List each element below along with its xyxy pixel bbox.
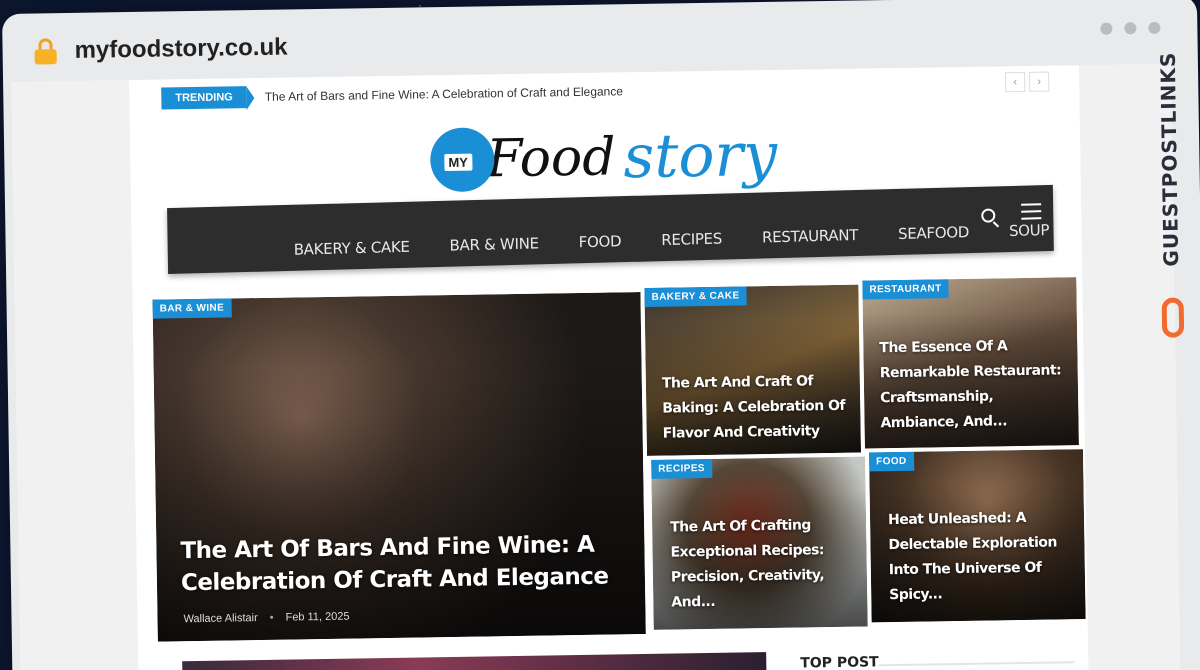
logo-emblem-icon: MY: [429, 127, 495, 193]
main-navigation: BAKERY & CAKE BAR & WINE FOOD RECIPES RE…: [167, 184, 1054, 275]
trending-next-button[interactable]: ›: [1029, 71, 1050, 92]
logo-word-food: Food: [485, 127, 616, 190]
trending-prev-button[interactable]: ‹: [1005, 71, 1026, 93]
nav-item-bakery-cake[interactable]: BAKERY & CAKE: [294, 238, 410, 259]
post-author[interactable]: Wallace Alistair: [183, 612, 257, 625]
tile-title[interactable]: The Art Of Crafting Exceptional Recipes:…: [670, 513, 858, 616]
category-badge[interactable]: BAR & WINE: [152, 298, 232, 319]
top-post-heading: TOP POST: [800, 654, 879, 670]
category-badge[interactable]: FOOD: [868, 451, 914, 472]
featured-main-title[interactable]: The Art Of Bars And Fine Wine: A Celebra…: [180, 528, 621, 599]
trending-headline-link[interactable]: The Art of Bars and Fine Wine: A Celebra…: [265, 84, 623, 104]
browser-window: myfoodstory.co.uk TRENDING The Art of Ba…: [2, 0, 1200, 670]
tile-title[interactable]: The Essence Of A Remarkable Restaurant: …: [879, 333, 1071, 436]
nav-item-food[interactable]: FOOD: [579, 232, 622, 251]
featured-tile-card[interactable]: RESTAURANT The Essence Of A Remarkable R…: [862, 277, 1079, 449]
guestpostlinks-watermark: GUESTPOSTLINKS: [1152, 51, 1197, 352]
category-badge[interactable]: RECIPES: [651, 458, 713, 479]
window-dot-icon[interactable]: [1148, 21, 1161, 34]
logo-word-story: story: [622, 119, 778, 193]
heading-divider: [878, 661, 1075, 667]
post-date: Feb 11, 2025: [285, 610, 350, 624]
nav-item-recipes[interactable]: RECIPES: [661, 230, 722, 250]
tile-title[interactable]: The Art And Craft Of Baking: A Celebrati…: [662, 369, 853, 447]
page-viewport: TRENDING The Art of Bars and Fine Wine: …: [11, 63, 1181, 670]
watermark-text: GUESTPOSTLINKS: [1155, 51, 1184, 267]
logo-badge-text: MY: [444, 153, 473, 172]
latest-post-image[interactable]: [182, 652, 767, 670]
nav-item-bar-wine[interactable]: BAR & WINE: [449, 234, 538, 254]
site-logo[interactable]: MY Food story: [429, 110, 791, 206]
featured-tile-card[interactable]: RECIPES The Art Of Crafting Exceptional …: [651, 456, 868, 630]
hamburger-icon[interactable]: [1021, 203, 1042, 225]
trending-badge: TRENDING: [161, 86, 247, 110]
search-icon[interactable]: [981, 208, 996, 223]
lock-icon: [34, 38, 57, 65]
featured-tile-card[interactable]: FOOD Heat Unleashed: A Delectable Explor…: [868, 449, 1086, 623]
category-badge[interactable]: RESTAURANT: [862, 279, 949, 300]
nav-item-restaurant[interactable]: RESTAURANT: [762, 226, 858, 247]
trending-nav: ‹ ›: [1005, 71, 1050, 93]
url-text[interactable]: myfoodstory.co.uk: [74, 34, 287, 65]
featured-tile-card[interactable]: BAKERY & CAKE The Art And Craft Of Bakin…: [644, 284, 861, 456]
window-dot-icon[interactable]: [1100, 22, 1113, 35]
chain-link-icon: [1161, 297, 1185, 338]
window-dot-icon[interactable]: [1124, 22, 1137, 35]
tile-title[interactable]: Heat Unleashed: A Delectable Exploration…: [888, 505, 1076, 608]
nav-item-seafood[interactable]: SEAFOOD: [898, 223, 969, 243]
site-page: TRENDING The Art of Bars and Fine Wine: …: [129, 65, 1089, 670]
featured-main-card[interactable]: BAR & WINE The Art Of Bars And Fine Wine…: [152, 292, 646, 642]
trending-bar: TRENDING The Art of Bars and Fine Wine: …: [161, 80, 623, 110]
category-badge[interactable]: BAKERY & CAKE: [644, 286, 747, 307]
window-controls: [1100, 21, 1161, 35]
featured-grid: BAR & WINE The Art Of Bars And Fine Wine…: [152, 277, 1087, 642]
meta-separator-icon: •: [269, 611, 274, 624]
